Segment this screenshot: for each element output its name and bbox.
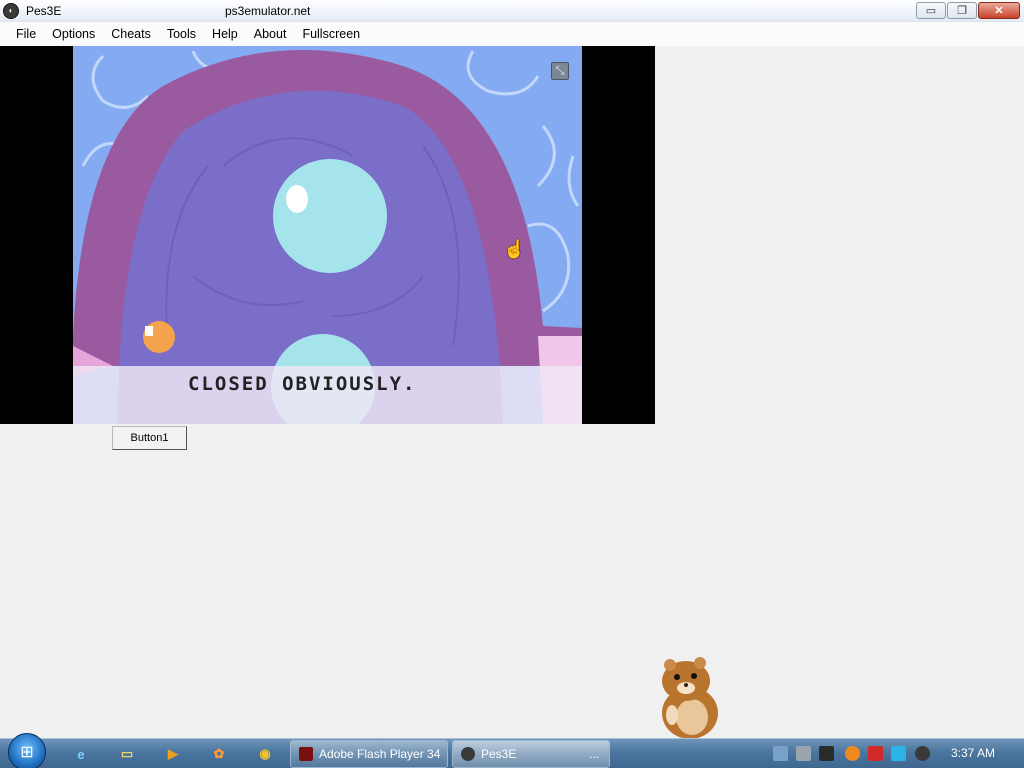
internet-explorer-icon[interactable]: e	[70, 743, 92, 765]
windows-logo-icon: ⊞	[20, 744, 34, 761]
menu-help[interactable]: Help	[204, 27, 246, 41]
volume-icon[interactable]	[915, 746, 930, 761]
pes3e-icon	[461, 747, 475, 761]
title-bar: ◐ Pes3E ps3emulator.net ▭ ❐ ✕	[0, 0, 1024, 22]
flag-icon[interactable]	[868, 746, 883, 761]
display-icon[interactable]	[891, 746, 906, 761]
tray-app-icon[interactable]	[796, 746, 811, 761]
expand-icon[interactable]: ⤡	[551, 62, 569, 80]
network-icon[interactable]	[773, 746, 788, 761]
tray-check-icon[interactable]	[819, 746, 834, 761]
menu-tools[interactable]: Tools	[159, 27, 204, 41]
task-pes3e[interactable]: Pes3E ...	[452, 740, 610, 768]
taskbar: ⊞ e ▭ ▶ ✿ ◉ Adobe Flash Player 34 Pes3E …	[0, 733, 1024, 768]
orange-gem	[143, 321, 175, 353]
media-player-icon[interactable]: ▶	[162, 743, 184, 765]
minimize-button[interactable]: ▭	[916, 2, 946, 19]
task-ellipsis: ...	[588, 747, 599, 761]
task-label: Pes3E	[481, 747, 517, 761]
chrome-icon[interactable]: ◉	[254, 743, 276, 765]
clock[interactable]: 3:37 AM	[951, 746, 995, 760]
window-site-url: ps3emulator.net	[225, 4, 311, 18]
upper-orb	[273, 159, 387, 273]
button1[interactable]: Button1	[112, 426, 187, 450]
start-button[interactable]: ⊞	[8, 733, 46, 768]
dialog-text: CLOSED OBVIOUSLY.	[188, 373, 417, 395]
gadget-icon[interactable]: ✿	[208, 743, 230, 765]
folder-icon[interactable]: ▭	[116, 743, 138, 765]
hand-cursor-icon: ☝	[503, 239, 526, 259]
search-icon[interactable]	[845, 746, 860, 761]
flash-icon	[299, 747, 313, 761]
task-adobe-flash-player[interactable]: Adobe Flash Player 34	[290, 740, 448, 768]
menu-file[interactable]: File	[8, 27, 44, 41]
game-viewport[interactable]: CLOSED OBVIOUSLY. ⤡ ☝	[0, 46, 655, 424]
restore-button[interactable]: ❐	[947, 2, 977, 19]
hamster-gadget-icon[interactable]	[650, 655, 728, 740]
window-title: Pes3E	[26, 4, 62, 18]
menu-cheats[interactable]: Cheats	[103, 27, 159, 41]
close-button[interactable]: ✕	[978, 2, 1020, 19]
app-icon: ◐	[3, 3, 19, 19]
menu-options[interactable]: Options	[44, 27, 103, 41]
window-controls: ▭ ❐ ✕	[916, 2, 1020, 19]
task-label: Adobe Flash Player 34	[319, 747, 441, 761]
game-screen[interactable]: CLOSED OBVIOUSLY. ⤡ ☝	[73, 46, 582, 424]
menu-about[interactable]: About	[246, 27, 295, 41]
menu-fullscreen[interactable]: Fullscreen	[294, 27, 368, 41]
menu-bar: File Options Cheats Tools Help About Ful…	[0, 22, 1024, 46]
